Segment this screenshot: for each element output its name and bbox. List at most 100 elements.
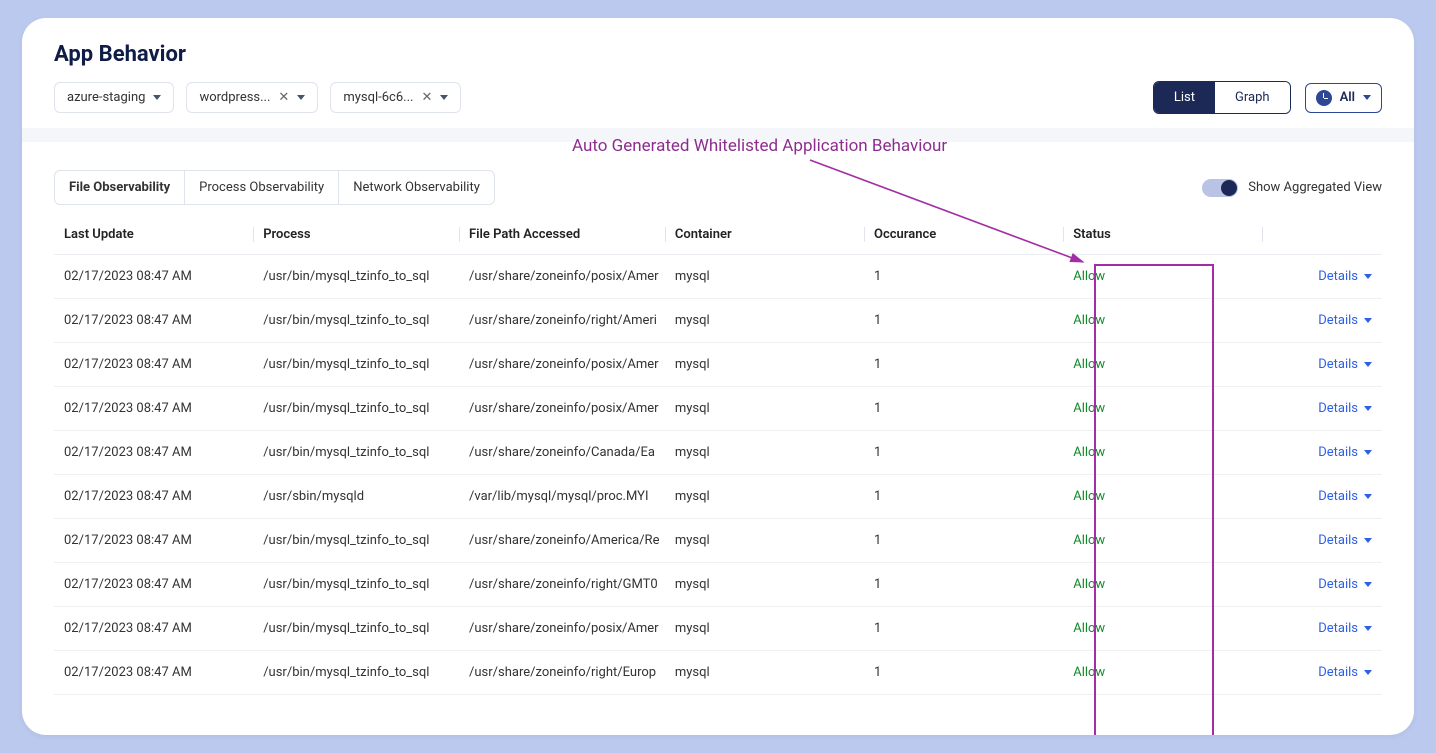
status-badge: Allow [1073, 401, 1105, 416]
cell-status: Allow [1063, 651, 1262, 695]
cell-status: Allow [1063, 255, 1262, 299]
cell-status: Allow [1063, 475, 1262, 519]
table-row: 02/17/2023 08:47 AM/usr/bin/mysql_tzinfo… [54, 387, 1382, 431]
table-row: 02/17/2023 08:47 AM/usr/bin/mysql_tzinfo… [54, 431, 1382, 475]
status-badge: Allow [1073, 533, 1105, 548]
chevron-down-icon [153, 95, 161, 100]
status-badge: Allow [1073, 313, 1105, 328]
cell-process: /usr/bin/mysql_tzinfo_to_sql [253, 651, 459, 695]
view-list-button[interactable]: List [1154, 82, 1215, 113]
status-badge: Allow [1073, 489, 1105, 504]
cell-file-path: /var/lib/mysql/mysql/proc.MYI [459, 475, 665, 519]
col-last-update[interactable]: Last Update [54, 213, 253, 255]
col-occurance[interactable]: Occurance [864, 213, 1063, 255]
filter-app[interactable]: wordpress... ✕ [186, 82, 318, 113]
cell-last-update: 02/17/2023 08:47 AM [54, 651, 253, 695]
details-button[interactable]: Details [1318, 577, 1372, 592]
chevron-down-icon [440, 95, 448, 100]
view-graph-button[interactable]: Graph [1215, 82, 1290, 113]
time-range-button[interactable]: All [1305, 83, 1382, 113]
cell-file-path: /usr/share/zoneinfo/posix/Amer [459, 255, 665, 299]
chevron-down-icon [1364, 670, 1372, 675]
status-badge: Allow [1073, 665, 1105, 680]
status-badge: Allow [1073, 445, 1105, 460]
cell-container: mysql [665, 475, 864, 519]
col-status[interactable]: Status [1063, 213, 1262, 255]
cell-file-path: /usr/share/zoneinfo/Canada/Ea [459, 431, 665, 475]
cell-container: mysql [665, 563, 864, 607]
cell-process: /usr/bin/mysql_tzinfo_to_sql [253, 563, 459, 607]
cell-last-update: 02/17/2023 08:47 AM [54, 519, 253, 563]
cell-process: /usr/bin/mysql_tzinfo_to_sql [253, 387, 459, 431]
cell-last-update: 02/17/2023 08:47 AM [54, 563, 253, 607]
cell-last-update: 02/17/2023 08:47 AM [54, 343, 253, 387]
cell-file-path: /usr/share/zoneinfo/right/Ameri [459, 299, 665, 343]
main-card: App Behavior azure-staging wordpress... … [22, 18, 1414, 735]
details-button[interactable]: Details [1318, 269, 1372, 284]
cell-status: Allow [1063, 431, 1262, 475]
cell-container: mysql [665, 519, 864, 563]
table-row: 02/17/2023 08:47 AM/usr/sbin/mysqld/var/… [54, 475, 1382, 519]
cell-status: Allow [1063, 563, 1262, 607]
cell-file-path: /usr/share/zoneinfo/posix/Amer [459, 387, 665, 431]
chevron-down-icon [297, 95, 305, 100]
cell-status: Allow [1063, 519, 1262, 563]
cell-file-path: /usr/share/zoneinfo/right/GMT0 [459, 563, 665, 607]
col-file-path[interactable]: File Path Accessed [459, 213, 665, 255]
cell-last-update: 02/17/2023 08:47 AM [54, 431, 253, 475]
cell-occurance: 1 [864, 255, 1063, 299]
close-icon[interactable]: ✕ [278, 90, 289, 105]
chevron-down-icon [1364, 318, 1372, 323]
cell-last-update: 02/17/2023 08:47 AM [54, 387, 253, 431]
aggregated-view-toggle[interactable] [1202, 179, 1238, 197]
cell-status: Allow [1063, 299, 1262, 343]
filter-db[interactable]: mysql-6c6... ✕ [330, 82, 461, 113]
page-title: App Behavior [54, 42, 1382, 67]
chevron-down-icon [1364, 450, 1372, 455]
cell-status: Allow [1063, 607, 1262, 651]
aggregated-view-label: Show Aggregated View [1248, 180, 1382, 195]
view-toggle: List Graph [1153, 81, 1291, 114]
details-button[interactable]: Details [1318, 313, 1372, 328]
cell-last-update: 02/17/2023 08:47 AM [54, 299, 253, 343]
details-button[interactable]: Details [1318, 445, 1372, 460]
cell-process: /usr/bin/mysql_tzinfo_to_sql [253, 343, 459, 387]
cell-file-path: /usr/share/zoneinfo/posix/Amer [459, 343, 665, 387]
col-process[interactable]: Process [253, 213, 459, 255]
cell-occurance: 1 [864, 563, 1063, 607]
cell-file-path: /usr/share/zoneinfo/posix/Amer [459, 607, 665, 651]
close-icon[interactable]: ✕ [421, 90, 432, 105]
status-badge: Allow [1073, 357, 1105, 372]
cell-file-path: /usr/share/zoneinfo/right/Europ [459, 651, 665, 695]
col-actions [1262, 213, 1382, 255]
cell-status: Allow [1063, 343, 1262, 387]
details-button[interactable]: Details [1318, 357, 1372, 372]
table-row: 02/17/2023 08:47 AM/usr/bin/mysql_tzinfo… [54, 651, 1382, 695]
col-container[interactable]: Container [665, 213, 864, 255]
details-button[interactable]: Details [1318, 621, 1372, 636]
table-row: 02/17/2023 08:47 AM/usr/bin/mysql_tzinfo… [54, 607, 1382, 651]
cell-container: mysql [665, 299, 864, 343]
details-button[interactable]: Details [1318, 665, 1372, 680]
filter-db-label: mysql-6c6... [343, 90, 413, 105]
details-button[interactable]: Details [1318, 489, 1372, 504]
status-badge: Allow [1073, 621, 1105, 636]
chevron-down-icon [1364, 274, 1372, 279]
tab-file-observability[interactable]: File Observability [55, 171, 184, 204]
cell-occurance: 1 [864, 387, 1063, 431]
chevron-down-icon [1364, 626, 1372, 631]
table-row: 02/17/2023 08:47 AM/usr/bin/mysql_tzinfo… [54, 299, 1382, 343]
chevron-down-icon [1364, 494, 1372, 499]
details-button[interactable]: Details [1318, 401, 1372, 416]
cell-occurance: 1 [864, 343, 1063, 387]
chevron-down-icon [1364, 362, 1372, 367]
tab-network-observability[interactable]: Network Observability [338, 171, 494, 204]
table-row: 02/17/2023 08:47 AM/usr/bin/mysql_tzinfo… [54, 563, 1382, 607]
cell-status: Allow [1063, 387, 1262, 431]
time-range-label: All [1340, 90, 1355, 105]
status-badge: Allow [1073, 577, 1105, 592]
details-button[interactable]: Details [1318, 533, 1372, 548]
tab-process-observability[interactable]: Process Observability [184, 171, 338, 204]
filter-env[interactable]: azure-staging [54, 82, 174, 113]
cell-process: /usr/bin/mysql_tzinfo_to_sql [253, 255, 459, 299]
